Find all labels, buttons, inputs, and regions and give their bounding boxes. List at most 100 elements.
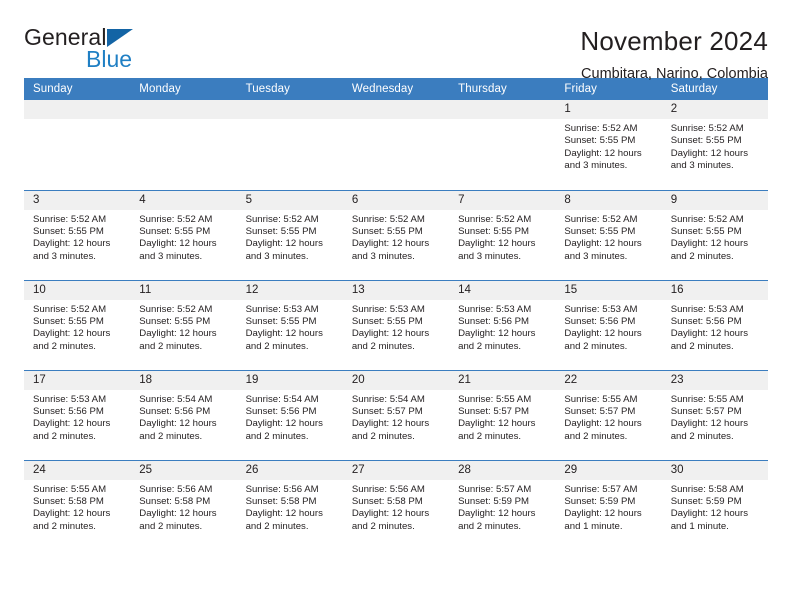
calendar-day-cell[interactable]: 18 Sunrise: 5:54 AM Sunset: 5:56 PM Dayligh… <box>130 369 237 460</box>
daylight-duration-line2: and 3 minutes. <box>33 250 96 262</box>
calendar-day-cell[interactable]: 24 Sunrise: 5:55 AM Sunset: 5:58 PM Dayligh… <box>24 459 131 550</box>
sunrise-time: Sunrise: 5:52 AM <box>33 303 107 315</box>
daylight-duration-line1: Daylight: 12 hours <box>670 147 749 159</box>
daylight-duration-line1: Daylight: 12 hours <box>564 328 642 340</box>
general-blue-logo[interactable]: General Blue <box>24 26 174 74</box>
day-number: 14 <box>449 280 556 300</box>
day-details: Sunrise: 5:53 AM Sunset: 5:56 PM Daylight:… <box>24 390 130 444</box>
day-details: Sunrise: 5:56 AM Sunset: 5:58 PM Daylight:… <box>343 480 449 534</box>
calendar-cell-empty <box>130 100 237 190</box>
sunrise-time: Sunrise: 5:52 AM <box>458 213 532 225</box>
day-number: 12 <box>236 280 343 300</box>
calendar-grid: Sunday Monday Tuesday Wednesday Thursday… <box>24 78 768 550</box>
sunset-time: Sunset: 5:56 PM <box>33 405 104 417</box>
sunset-time: Sunset: 5:57 PM <box>351 405 423 417</box>
day-details: Sunrise: 5:52 AM Sunset: 5:55 PM Daylight:… <box>449 210 555 264</box>
calendar-day-cell[interactable]: 29 Sunrise: 5:57 AM Sunset: 5:59 PM Dayligh… <box>555 459 662 550</box>
daylight-duration-line2: and 3 minutes. <box>351 250 415 262</box>
daylight-duration-line1: Daylight: 12 hours <box>33 328 111 340</box>
calendar-day-cell[interactable]: 16 Sunrise: 5:53 AM Sunset: 5:56 PM Dayligh… <box>661 279 768 370</box>
calendar-day-cell[interactable]: 9 Sunrise: 5:52 AM Sunset: 5:55 PM Daylight… <box>661 189 768 280</box>
daylight-duration-line1: Daylight: 12 hours <box>458 328 536 340</box>
daylight-duration-line2: and 2 minutes. <box>670 250 734 262</box>
day-number: 20 <box>342 370 450 390</box>
calendar-day-cell[interactable]: 3 Sunrise: 5:52 AM Sunset: 5:55 PM Daylight… <box>24 189 131 280</box>
calendar-day-cell[interactable]: 28 Sunrise: 5:57 AM Sunset: 5:59 PM Dayligh… <box>449 459 556 550</box>
day-number: 8 <box>555 190 662 210</box>
daylight-duration-line2: and 2 minutes. <box>33 520 96 532</box>
calendar-day-cell[interactable]: 15 Sunrise: 5:53 AM Sunset: 5:56 PM Dayligh… <box>555 279 662 370</box>
calendar-day-cell[interactable]: 8 Sunrise: 5:52 AM Sunset: 5:55 PM Daylight… <box>555 189 662 280</box>
calendar-day-cell[interactable]: 12 Sunrise: 5:53 AM Sunset: 5:55 PM Dayligh… <box>236 279 343 370</box>
sunrise-time: Sunrise: 5:55 AM <box>670 393 744 405</box>
daylight-duration-line1: Daylight: 12 hours <box>564 418 642 430</box>
calendar-cell-empty <box>342 100 450 190</box>
calendar-day-cell[interactable]: 7 Sunrise: 5:52 AM Sunset: 5:55 PM Daylight… <box>449 189 556 280</box>
daylight-duration-line1: Daylight: 12 hours <box>458 238 536 250</box>
calendar-day-cell[interactable]: 14 Sunrise: 5:53 AM Sunset: 5:56 PM Dayligh… <box>449 279 556 370</box>
weekday-header-sunday: Sunday <box>24 78 131 100</box>
sunset-time: Sunset: 5:55 PM <box>670 225 742 237</box>
sunset-time: Sunset: 5:59 PM <box>458 495 530 507</box>
day-number: 28 <box>449 460 556 480</box>
day-number <box>342 100 450 119</box>
day-number: 2 <box>661 100 768 119</box>
day-number: 23 <box>661 370 768 390</box>
day-number <box>130 100 237 119</box>
day-details: Sunrise: 5:53 AM Sunset: 5:56 PM Daylight:… <box>449 300 555 354</box>
calendar-week-row: 17 Sunrise: 5:53 AM Sunset: 5:56 PM Dayligh… <box>24 369 768 460</box>
sunrise-time: Sunrise: 5:52 AM <box>33 213 107 225</box>
calendar-day-cell[interactable]: 11 Sunrise: 5:52 AM Sunset: 5:55 PM Dayligh… <box>130 279 237 370</box>
daylight-duration-line2: and 3 minutes. <box>670 160 734 172</box>
daylight-duration-line1: Daylight: 12 hours <box>245 328 323 340</box>
sunset-time: Sunset: 5:58 PM <box>245 495 317 507</box>
sunrise-time: Sunrise: 5:52 AM <box>351 213 425 225</box>
calendar-week-row: 3 Sunrise: 5:52 AM Sunset: 5:55 PM Daylight… <box>24 189 768 280</box>
day-details: Sunrise: 5:55 AM Sunset: 5:57 PM Daylight:… <box>662 390 768 444</box>
calendar-day-cell[interactable]: 21 Sunrise: 5:55 AM Sunset: 5:57 PM Dayligh… <box>449 369 556 460</box>
calendar-day-cell[interactable]: 19 Sunrise: 5:54 AM Sunset: 5:56 PM Dayligh… <box>236 369 343 460</box>
logo-text-blue: Blue <box>86 46 133 72</box>
day-number: 15 <box>555 280 662 300</box>
daylight-duration-line2: and 3 minutes. <box>458 250 522 262</box>
daylight-duration-line1: Daylight: 12 hours <box>245 418 323 430</box>
calendar-day-cell[interactable]: 20 Sunrise: 5:54 AM Sunset: 5:57 PM Dayligh… <box>342 369 450 460</box>
daylight-duration-line2: and 2 minutes. <box>139 520 203 532</box>
calendar-day-cell[interactable]: 4 Sunrise: 5:52 AM Sunset: 5:55 PM Daylight… <box>130 189 237 280</box>
daylight-duration-line2: and 2 minutes. <box>351 340 415 352</box>
day-number: 21 <box>449 370 556 390</box>
calendar-day-cell[interactable]: 6 Sunrise: 5:52 AM Sunset: 5:55 PM Daylight… <box>342 189 450 280</box>
sunset-time: Sunset: 5:55 PM <box>33 225 104 237</box>
daylight-duration-line2: and 2 minutes. <box>458 520 522 532</box>
day-number: 27 <box>342 460 450 480</box>
daylight-duration-line2: and 2 minutes. <box>245 520 309 532</box>
sunset-time: Sunset: 5:56 PM <box>139 405 211 417</box>
calendar-day-cell[interactable]: 1 Sunrise: 5:52 AM Sunset: 5:55 PM Daylight… <box>555 100 662 190</box>
daylight-duration-line1: Daylight: 12 hours <box>564 238 642 250</box>
weekday-header-thursday: Thursday <box>449 78 556 100</box>
sunrise-time: Sunrise: 5:57 AM <box>564 483 638 495</box>
day-details: Sunrise: 5:52 AM Sunset: 5:55 PM Daylight:… <box>130 210 236 264</box>
calendar-day-cell[interactable]: 13 Sunrise: 5:53 AM Sunset: 5:55 PM Dayligh… <box>342 279 450 370</box>
calendar-day-cell[interactable]: 10 Sunrise: 5:52 AM Sunset: 5:55 PM Dayligh… <box>24 279 131 370</box>
day-details: Sunrise: 5:52 AM Sunset: 5:55 PM Daylight:… <box>237 210 343 264</box>
day-details: Sunrise: 5:53 AM Sunset: 5:56 PM Daylight:… <box>662 300 768 354</box>
calendar-day-cell[interactable]: 17 Sunrise: 5:53 AM Sunset: 5:56 PM Dayligh… <box>24 369 131 460</box>
daylight-duration-line2: and 2 minutes. <box>139 430 203 442</box>
calendar-day-cell[interactable]: 26 Sunrise: 5:56 AM Sunset: 5:58 PM Dayligh… <box>236 459 343 550</box>
day-details: Sunrise: 5:55 AM Sunset: 5:57 PM Daylight:… <box>555 390 661 444</box>
day-number: 22 <box>555 370 662 390</box>
sunset-time: Sunset: 5:59 PM <box>670 495 742 507</box>
calendar-day-cell[interactable]: 2 Sunrise: 5:52 AM Sunset: 5:55 PM Daylight… <box>661 100 768 190</box>
daylight-duration-line2: and 2 minutes. <box>245 340 309 352</box>
calendar-day-cell[interactable]: 25 Sunrise: 5:56 AM Sunset: 5:58 PM Dayligh… <box>130 459 237 550</box>
calendar-day-cell[interactable]: 23 Sunrise: 5:55 AM Sunset: 5:57 PM Dayligh… <box>661 369 768 460</box>
calendar-day-cell[interactable]: 30 Sunrise: 5:58 AM Sunset: 5:59 PM Dayligh… <box>661 459 768 550</box>
sunset-time: Sunset: 5:55 PM <box>351 315 423 327</box>
calendar-day-cell[interactable]: 27 Sunrise: 5:56 AM Sunset: 5:58 PM Dayligh… <box>342 459 450 550</box>
calendar-day-cell[interactable]: 22 Sunrise: 5:55 AM Sunset: 5:57 PM Dayligh… <box>555 369 662 460</box>
sunset-time: Sunset: 5:55 PM <box>351 225 423 237</box>
day-number: 1 <box>555 100 662 119</box>
calendar-day-cell[interactable]: 5 Sunrise: 5:52 AM Sunset: 5:55 PM Daylight… <box>236 189 343 280</box>
daylight-duration-line1: Daylight: 12 hours <box>245 238 323 250</box>
